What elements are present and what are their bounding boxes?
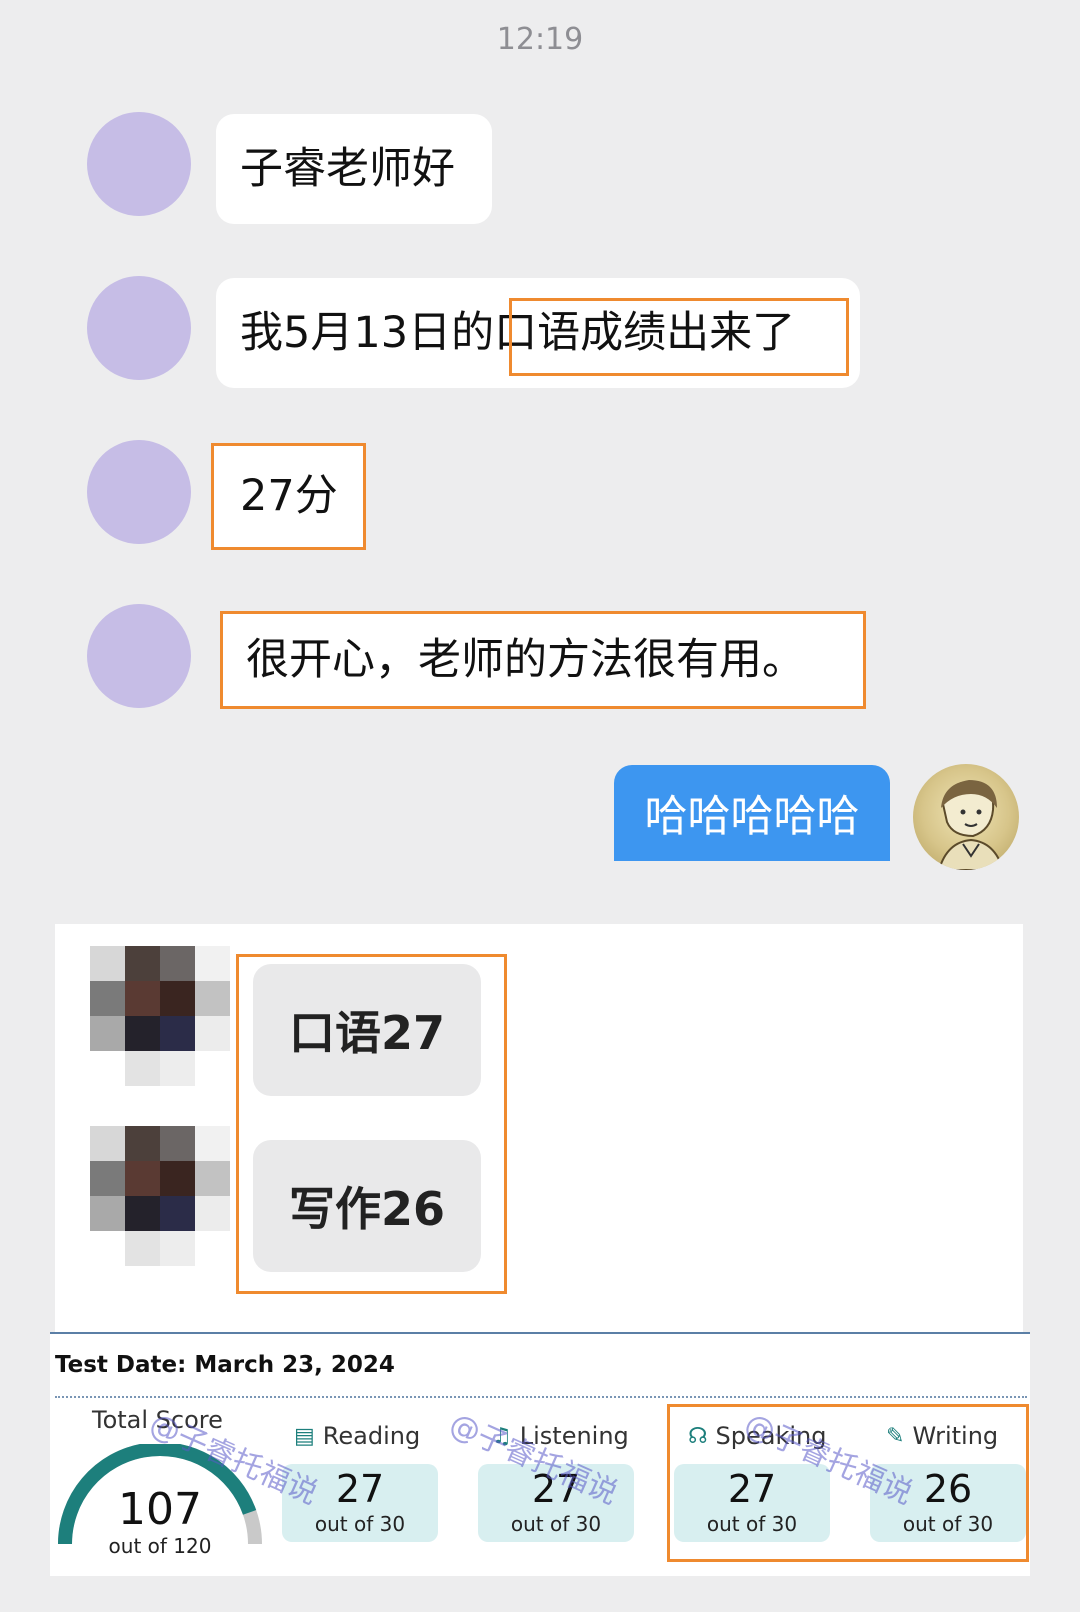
group-chat-screenshot: 口语27 写作26 xyxy=(55,924,1023,1332)
pixelated-avatar xyxy=(90,1126,230,1266)
message-text: 哈哈哈哈哈 xyxy=(644,792,860,842)
message-text: 我5月13日的 xyxy=(240,307,495,358)
reading-out-of: out of 30 xyxy=(314,1512,406,1536)
outgoing-message-bubble[interactable]: 哈哈哈哈哈 xyxy=(614,765,890,861)
message-bubble[interactable]: 子睿老师好 xyxy=(216,114,492,224)
message-text: 很开心，老师的方法很有用。 xyxy=(246,634,805,685)
reading-score-box: 27 out of 30 xyxy=(282,1464,438,1542)
message-text: 子睿老师好 xyxy=(240,143,455,194)
book-icon: ▤ xyxy=(294,1423,315,1449)
contact-avatar[interactable] xyxy=(87,604,191,708)
contact-avatar[interactable] xyxy=(87,276,191,380)
total-score-out-of: out of 120 xyxy=(108,1534,212,1558)
listening-label: ♫ Listening xyxy=(492,1422,629,1450)
headphones-icon: ♫ xyxy=(492,1423,512,1449)
message-timestamp: 12:19 xyxy=(496,22,584,57)
reading-score: 27 xyxy=(335,1467,385,1511)
highlight-box xyxy=(509,298,849,376)
message-bubble[interactable]: 很开心，老师的方法很有用。 xyxy=(222,613,862,707)
highlight-box xyxy=(211,443,366,550)
highlight-box xyxy=(667,1404,1029,1562)
listening-score-box: 27 out of 30 xyxy=(478,1464,634,1542)
listening-out-of: out of 30 xyxy=(510,1512,602,1536)
contact-avatar[interactable] xyxy=(87,440,191,544)
highlight-box xyxy=(236,954,507,1294)
total-score-value: 107 xyxy=(118,1484,202,1535)
listening-score: 27 xyxy=(531,1467,581,1511)
score-report: Test Date: March 23, 2024 Total Score 10… xyxy=(50,1332,1030,1576)
reading-label: ▤ Reading xyxy=(294,1422,421,1450)
divider xyxy=(55,1396,1027,1398)
test-date: Test Date: March 23, 2024 xyxy=(55,1352,395,1378)
contact-avatar[interactable] xyxy=(87,112,191,216)
user-avatar[interactable] xyxy=(913,764,1019,870)
pixelated-avatar xyxy=(90,946,230,1086)
sketch-portrait-icon xyxy=(937,780,1005,870)
total-score-label: Total Score xyxy=(92,1406,223,1434)
